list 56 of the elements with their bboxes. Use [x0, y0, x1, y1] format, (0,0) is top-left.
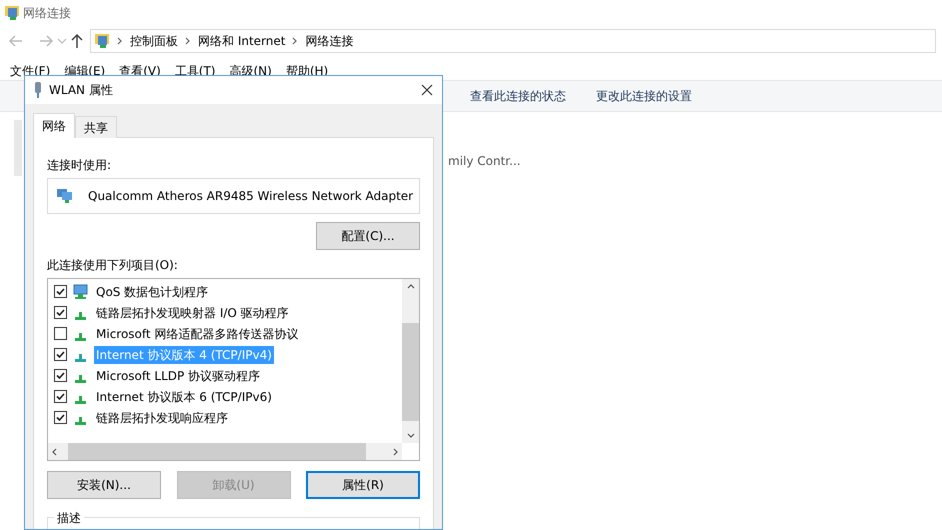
check-icon [55, 391, 66, 402]
network-adapter-icon [56, 188, 74, 204]
list-item[interactable]: Microsoft LLDP 协议驱动程序 [94, 366, 262, 384]
checkbox[interactable] [54, 285, 67, 298]
list-item[interactable]: Internet 协议版本 6 (TCP/IPv6) [94, 388, 274, 406]
breadcrumb[interactable]: 网络和 Internet [198, 32, 286, 50]
scrollbar-thumb[interactable] [402, 323, 419, 421]
network-protocol-icon [75, 374, 86, 382]
list-item[interactable]: 链路层拓扑发现响应程序 [94, 408, 230, 426]
list-item[interactable]: 链路层拓扑发现映射器 I/O 驱动程序 [94, 304, 291, 322]
close-icon[interactable] [420, 83, 434, 97]
checkbox[interactable] [54, 369, 67, 382]
breadcrumb[interactable]: 控制面板 [130, 32, 178, 50]
label: 连接时使用: [47, 157, 112, 174]
network-protocol-icon [75, 332, 86, 340]
check-icon [55, 412, 66, 423]
connection-description: mily Contr... [448, 153, 521, 170]
check-icon [55, 370, 66, 381]
dialog-title: WLAN 属性 [49, 82, 114, 99]
window-title: 网络连接 [23, 5, 71, 22]
network-folder-icon [94, 33, 110, 49]
chevron-icon [184, 35, 192, 47]
label: 此连接使用下列项目(O): [47, 257, 179, 274]
vertical-scrollbar[interactable] [402, 279, 419, 443]
monitor-icon [72, 284, 89, 300]
address-bar[interactable]: 控制面板 网络和 Internet 网络连接 [90, 29, 936, 53]
chevron-icon [116, 35, 124, 47]
checkbox[interactable] [54, 306, 67, 319]
button[interactable]: 安装(N)... [47, 471, 161, 499]
network-protocol-icon [75, 416, 86, 424]
group-label: 描述 [54, 509, 84, 527]
network-protocol-icon [75, 354, 86, 362]
tab[interactable]: 网络 [33, 113, 75, 138]
command-link[interactable]: 查看此连接的状态 [470, 87, 566, 105]
checkbox[interactable] [54, 411, 67, 424]
check-icon [55, 286, 66, 297]
network-protocol-icon [75, 396, 86, 404]
configure-button[interactable]: 配置(C)... [316, 222, 420, 250]
network-folder-icon [4, 5, 20, 21]
wifi-adapter-icon [33, 82, 43, 98]
checkbox[interactable] [54, 348, 67, 361]
scrollbar-thumb[interactable] [68, 443, 366, 460]
horizontal-scrollbar[interactable] [48, 443, 402, 460]
list-item[interactable]: Microsoft 网络适配器多路传送器协议 [94, 324, 300, 342]
command-link[interactable]: 更改此连接的设置 [596, 87, 692, 105]
network-protocol-icon [75, 312, 86, 320]
checkbox[interactable] [54, 327, 67, 340]
checkbox[interactable] [54, 390, 67, 403]
chevron-icon [291, 35, 300, 47]
list-item[interactable]: QoS 数据包计划程序 [94, 282, 210, 300]
breadcrumb[interactable]: 网络连接 [305, 32, 354, 50]
check-icon [55, 349, 66, 360]
check-icon [55, 307, 66, 318]
button[interactable]: 属性(R) [306, 471, 420, 499]
tab[interactable]: 共享 [75, 116, 117, 138]
adapter-name: Qualcomm Atheros AR9485 Wireless Network Adapter [88, 188, 414, 205]
